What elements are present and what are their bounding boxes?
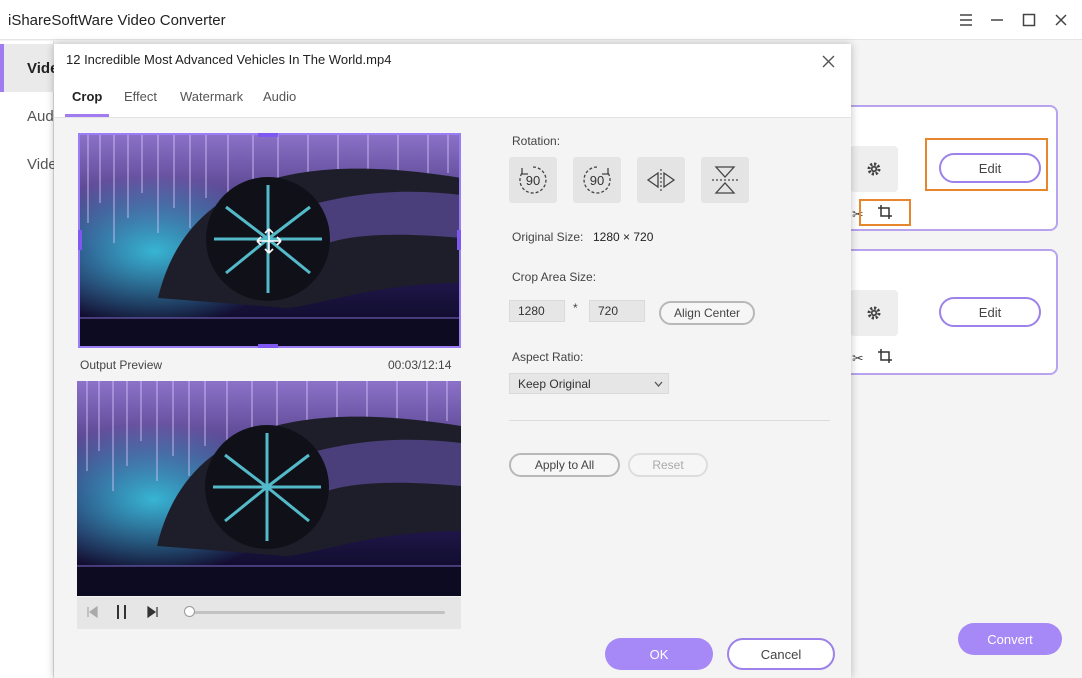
edit-button[interactable]: Edit [939,153,1041,183]
tab-audio[interactable]: Audio [263,89,296,104]
edit-dialog: 12 Incredible Most Advanced Vehicles In … [54,44,851,678]
flip-horizontal-icon [646,169,676,191]
size-separator: * [573,301,578,315]
crop-width-input[interactable]: 1280 [509,300,565,322]
crop-preview[interactable] [78,133,461,348]
aspect-ratio-value: Keep Original [518,377,591,391]
crop-height-input[interactable]: 720 [589,300,645,322]
scissors-icon-2[interactable]: ✂ [852,350,864,367]
rotate-left-icon: 90 [516,163,550,197]
output-preview-label: Output Preview [80,358,163,372]
settings-gear-icon-2[interactable] [850,290,898,336]
menu-icon[interactable] [955,10,977,30]
flip-vertical-icon [712,166,738,194]
rotate-right-text: 90 [589,173,605,188]
crop-handle-left[interactable] [78,230,82,250]
minimize-icon[interactable] [986,10,1008,30]
align-center-button[interactable]: Align Center [659,301,755,325]
ok-button[interactable]: OK [605,638,713,670]
next-frame-icon[interactable] [146,605,160,624]
sidebar: Video Audio Video [0,41,54,678]
sidebar-item-video-2[interactable]: Video [0,140,54,188]
preview-time: 00:03/12:14 [388,358,452,372]
crop-area-size-label: Crop Area Size: [512,270,597,284]
app-title: iShareSoftWare Video Converter [8,12,226,29]
original-size-label: Original Size: [512,230,584,244]
dialog-header: 12 Incredible Most Advanced Vehicles In … [54,44,851,118]
aspect-ratio-select[interactable]: Keep Original [509,373,669,394]
crop-handle-bottom[interactable] [258,344,278,348]
crop-icon[interactable] [878,205,892,224]
rotate-left-text: 90 [525,173,541,188]
apply-to-all-button[interactable]: Apply to All [509,453,620,477]
chevron-down-icon [654,381,663,387]
settings-gear-icon[interactable] [850,146,898,192]
move-cross-icon[interactable] [255,227,283,260]
pause-icon[interactable] [115,604,129,625]
edit-button-2[interactable]: Edit [939,297,1041,327]
playback-bar [77,597,461,629]
rotate-right-90-button[interactable]: 90 [573,157,621,203]
tab-effect[interactable]: Effect [124,89,157,104]
divider [509,420,830,421]
crop-handle-top[interactable] [258,133,278,137]
close-dialog-icon[interactable] [822,55,835,73]
progress-thumb[interactable] [184,606,195,617]
crop-handle-right[interactable] [457,230,461,250]
tab-watermark[interactable]: Watermark [180,89,243,104]
aspect-ratio-label: Aspect Ratio: [512,350,584,364]
crop-icon-2[interactable] [878,349,892,368]
progress-track[interactable] [185,611,445,614]
active-tab-indicator [65,114,109,117]
output-preview [77,381,461,596]
maximize-icon[interactable] [1018,10,1040,30]
convert-button[interactable]: Convert [958,623,1062,655]
sidebar-item-audio[interactable]: Audio [0,92,54,140]
flip-vertical-button[interactable] [701,157,749,203]
flip-horizontal-button[interactable] [637,157,685,203]
tab-crop[interactable]: Crop [72,89,102,104]
close-app-icon[interactable] [1050,10,1072,30]
dialog-title: 12 Incredible Most Advanced Vehicles In … [66,52,392,67]
original-size-value: 1280 × 720 [593,230,654,244]
title-bar: iShareSoftWare Video Converter [0,0,1082,40]
rotation-label: Rotation: [512,134,561,148]
previous-frame-icon[interactable] [85,605,99,624]
sidebar-item-video[interactable]: Video [0,44,54,92]
cancel-button[interactable]: Cancel [727,638,835,670]
reset-button[interactable]: Reset [628,453,708,477]
rotate-left-90-button[interactable]: 90 [509,157,557,203]
rotate-right-icon: 90 [580,163,614,197]
